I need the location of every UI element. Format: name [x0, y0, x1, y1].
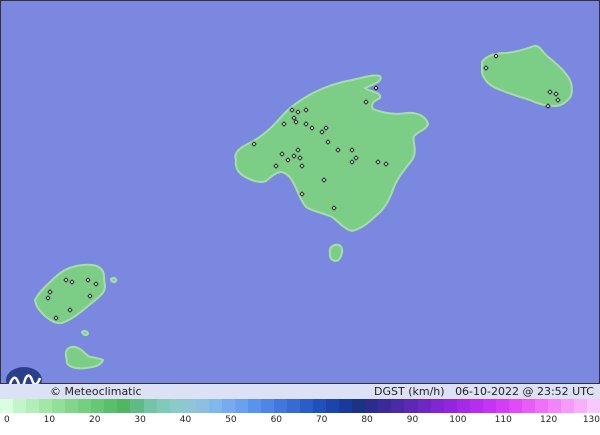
- scale-color-cell: [130, 399, 144, 413]
- timestamp-label: 06-10-2022 @ 23:52 UTC: [455, 385, 594, 398]
- scale-color-cell: [365, 399, 379, 413]
- scale-color-cell: [378, 399, 392, 413]
- variable-timestamp: DGST (km/h) 06-10-2022 @ 23:52 UTC: [374, 385, 594, 398]
- scale-color-cell: [234, 399, 248, 413]
- variable-label: DGST (km/h): [374, 385, 445, 398]
- scale-color-cell: [247, 399, 261, 413]
- scale-color-cell: [469, 399, 483, 413]
- scale-color-cell: [587, 399, 600, 413]
- scale-color-cell: [117, 399, 131, 413]
- scale-color-cell: [208, 399, 222, 413]
- scale-color-cell: [26, 399, 40, 413]
- scale-color-cell: [430, 399, 444, 413]
- scale-tick-label: 40: [179, 415, 192, 425]
- scale-color-cell: [260, 399, 274, 413]
- scale-tick-label: 20: [89, 415, 101, 425]
- scale-color-cell: [143, 399, 157, 413]
- scale-color-cell: [391, 399, 405, 413]
- scale-color-cell: [156, 399, 170, 413]
- scale-color-cell: [78, 399, 92, 413]
- scale-color-cell: [169, 399, 183, 413]
- scale-color-cell: [52, 399, 66, 413]
- scale-tick-label: 60: [270, 415, 283, 425]
- scale-color-cell: [521, 399, 535, 413]
- scale-color-cell: [104, 399, 118, 413]
- scale-color-cell: [456, 399, 470, 413]
- scale-color-cell: [574, 399, 588, 413]
- scale-color-cell: [339, 399, 353, 413]
- scale-color-cell: [561, 399, 575, 413]
- scale-color-cell: [482, 399, 496, 413]
- island-cabrera: [328, 243, 344, 262]
- scale-color-cell: [326, 399, 340, 413]
- scale-color-cell: [182, 399, 196, 413]
- scale-tick-label: 120: [540, 415, 558, 425]
- islet-east-ibiza: [109, 276, 118, 284]
- scale-color-cell: [273, 399, 288, 413]
- scale-color-cell: [508, 399, 522, 413]
- scale-tick-label: 80: [361, 415, 373, 425]
- scale-tick-label: 0: [4, 415, 10, 425]
- map-view: © Meteoclimatic DGST (km/h) 06-10-2022 @…: [0, 0, 600, 435]
- scale-color-cell: [39, 399, 53, 413]
- scale-tick-label: 130: [582, 415, 600, 425]
- scale-tick-label: 70: [315, 415, 328, 425]
- scale-color-cell: [65, 399, 79, 413]
- scale-color-cell: [13, 399, 27, 413]
- color-scale: [0, 399, 600, 413]
- scale-tick-label: 100: [449, 415, 467, 425]
- scale-tick-label: 10: [43, 415, 56, 425]
- scale-color-cell: [352, 399, 366, 413]
- scale-color-cell: [91, 399, 105, 413]
- scale-color-cell: [221, 399, 235, 413]
- map-canvas: [0, 0, 600, 384]
- scale-color-cell: [443, 399, 457, 413]
- islet-conejera: [80, 329, 90, 337]
- scale-color-cell: [534, 399, 548, 413]
- scale-tick-label: 50: [225, 415, 237, 425]
- scale-tick-label: 110: [494, 415, 512, 425]
- scale-tick-label: 90: [406, 415, 419, 425]
- scale-color-cell: [0, 399, 14, 413]
- scale-color-cell: [195, 399, 209, 413]
- scale-tick-label: 30: [134, 415, 146, 425]
- brand-label: © Meteoclimatic: [50, 385, 142, 398]
- scale-color-cell: [417, 399, 431, 413]
- scale-color-cell: [404, 399, 418, 413]
- scale-color-cell: [495, 399, 509, 413]
- scale-color-cell: [313, 399, 327, 413]
- scale-color-cell: [287, 399, 301, 413]
- scale-color-cell: [300, 399, 314, 413]
- scale-color-cell: [547, 399, 562, 413]
- color-scale-labels: 0 10 20 30 40 50 60 70 80 90 100 110 120 130: [0, 415, 600, 429]
